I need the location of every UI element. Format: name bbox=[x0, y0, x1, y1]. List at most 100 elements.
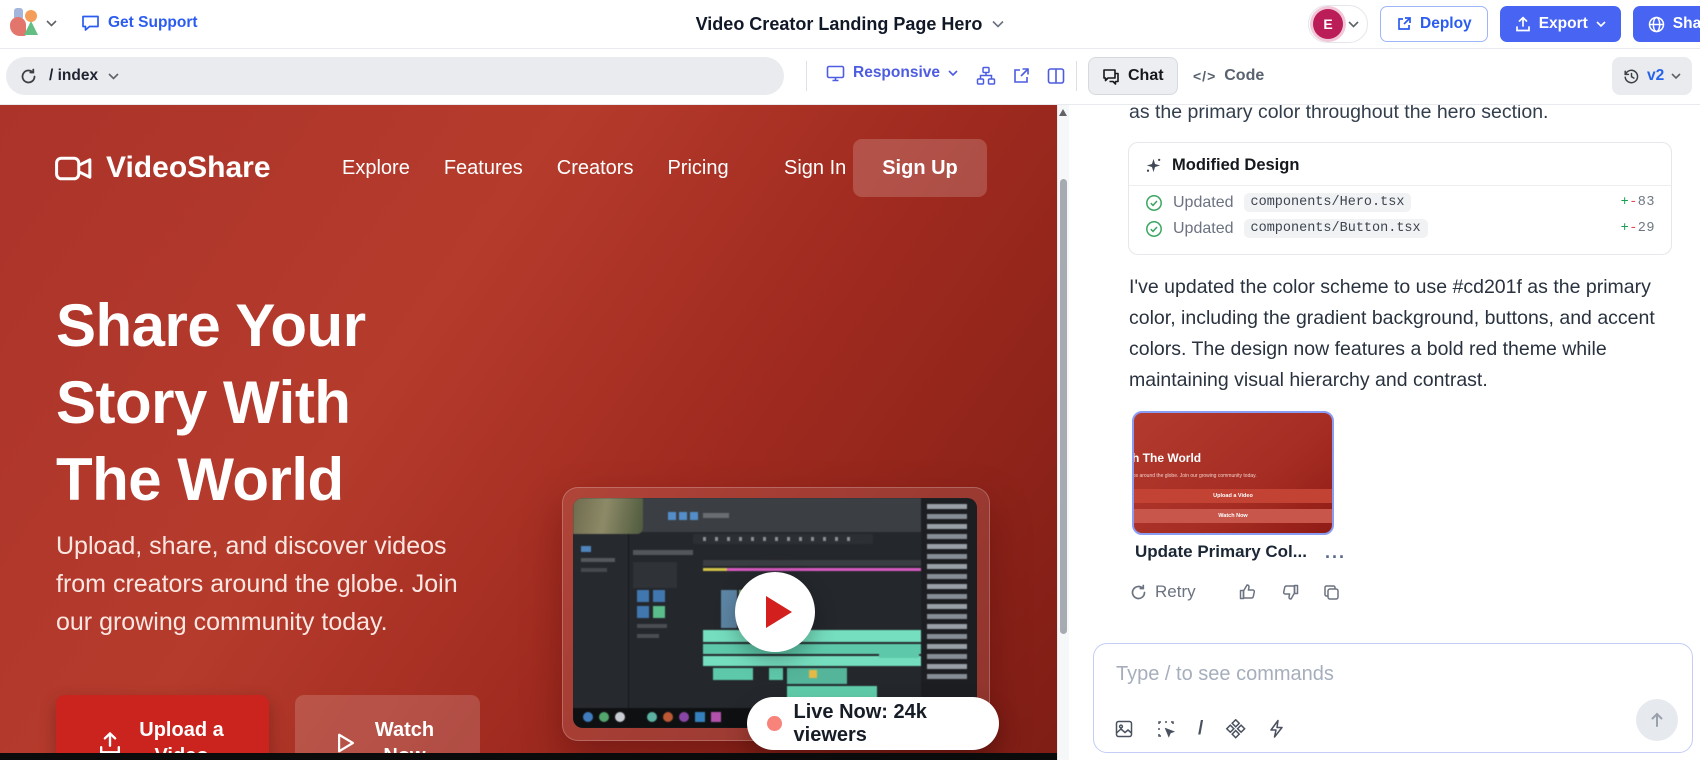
copy-button[interactable] bbox=[1322, 583, 1341, 602]
nav-link-pricing[interactable]: Pricing bbox=[667, 157, 728, 180]
monitor-icon bbox=[826, 65, 845, 82]
thumbs-up-button[interactable] bbox=[1238, 582, 1258, 602]
integrations-button[interactable] bbox=[1225, 719, 1246, 740]
title-chevron-icon[interactable] bbox=[992, 20, 1004, 28]
route-path: / index bbox=[49, 67, 98, 85]
slash-command-button[interactable]: / bbox=[1198, 718, 1203, 740]
open-in-new-icon-button[interactable] bbox=[1011, 66, 1031, 86]
chat-composer: / bbox=[1093, 643, 1693, 753]
send-button[interactable] bbox=[1636, 699, 1678, 741]
globe-icon bbox=[1648, 16, 1665, 33]
route-selector[interactable]: / index bbox=[49, 67, 119, 85]
thumbnail-mini-button-1: Upload a Video bbox=[1132, 489, 1334, 503]
preview-toolbar: / index Responsive bbox=[0, 48, 1700, 105]
watch-now-button[interactable]: Watch Now bbox=[295, 695, 480, 760]
nav-link-features[interactable]: Features bbox=[444, 157, 523, 180]
video-camera-icon bbox=[55, 155, 93, 182]
version-chevron-icon bbox=[1671, 73, 1681, 80]
change-action: Updated bbox=[1173, 194, 1234, 212]
account-chevron-icon bbox=[1348, 21, 1359, 28]
preview-scrollbar bbox=[1057, 104, 1069, 760]
share-label: Share bbox=[1673, 15, 1700, 33]
thumbnail-caption: eos around the globe. Join our growing c… bbox=[1132, 473, 1257, 479]
play-button[interactable] bbox=[735, 572, 815, 652]
project-title: Video Creator Landing Page Hero bbox=[696, 14, 983, 35]
tab-chat[interactable]: Chat bbox=[1088, 57, 1178, 95]
check-circle-icon bbox=[1145, 194, 1163, 212]
hero-description: Upload, share, and discover videos from … bbox=[56, 527, 496, 641]
thumbnail-mini-button-2: Watch Now bbox=[1132, 509, 1334, 523]
modified-design-title: Modified Design bbox=[1172, 156, 1299, 175]
split-view-icon-button[interactable] bbox=[1046, 66, 1066, 86]
change-file-chip: components/Hero.tsx bbox=[1244, 193, 1412, 212]
app-window: Get Support Video Creator Landing Page H… bbox=[0, 0, 1700, 760]
change-action: Updated bbox=[1173, 220, 1234, 238]
thumbnail-menu-button[interactable]: ... bbox=[1325, 547, 1346, 557]
tab-code[interactable]: </> Code bbox=[1180, 57, 1277, 95]
change-row[interactable]: Updated components/Hero.tsx +-83 bbox=[1129, 186, 1671, 212]
refresh-button[interactable] bbox=[20, 68, 37, 85]
viewport-selector[interactable]: Responsive bbox=[826, 64, 958, 82]
logo-shape-green bbox=[24, 21, 38, 35]
share-button[interactable]: Share bbox=[1633, 6, 1700, 42]
toolbar-divider bbox=[806, 61, 807, 91]
version-label: v2 bbox=[1647, 67, 1664, 85]
change-row[interactable]: Updated components/Button.tsx +-29 bbox=[1129, 212, 1671, 238]
retry-icon bbox=[1130, 584, 1147, 601]
nav-link-explore[interactable]: Explore bbox=[342, 157, 410, 180]
assistant-message: I've updated the color scheme to use #cd… bbox=[1129, 272, 1695, 396]
play-icon bbox=[766, 596, 792, 628]
select-element-button[interactable] bbox=[1156, 719, 1176, 739]
site-preview: VideoShare Explore Features Creators Pri… bbox=[0, 104, 1057, 760]
viewport-label: Responsive bbox=[853, 64, 940, 82]
export-icon bbox=[1515, 16, 1531, 33]
live-dot-icon bbox=[767, 716, 782, 731]
play-outline-icon bbox=[336, 732, 356, 754]
deploy-button[interactable]: Deploy bbox=[1380, 6, 1488, 42]
export-label: Export bbox=[1539, 15, 1588, 33]
get-support-label: Get Support bbox=[108, 14, 198, 32]
preview-brand[interactable]: VideoShare bbox=[55, 139, 271, 197]
brand-name: VideoShare bbox=[106, 151, 271, 185]
sign-up-button[interactable]: Sign Up bbox=[853, 139, 987, 197]
preview-nav: Explore Features Creators Pricing bbox=[342, 139, 729, 197]
change-file-chip: components/Button.tsx bbox=[1244, 219, 1428, 238]
url-bar: / index bbox=[6, 57, 784, 95]
components-icon-button[interactable] bbox=[976, 66, 996, 86]
quick-actions-button[interactable] bbox=[1268, 719, 1286, 739]
scrollbar-up-arrow[interactable] bbox=[1059, 109, 1067, 116]
account-menu[interactable]: E bbox=[1308, 5, 1368, 43]
app-logo[interactable] bbox=[10, 8, 40, 38]
version-selector[interactable]: v2 bbox=[1612, 57, 1692, 95]
chat-panel: as the primary color throughout the hero… bbox=[1068, 104, 1700, 760]
retry-button[interactable]: Retry bbox=[1130, 582, 1196, 602]
route-chevron-icon bbox=[108, 73, 119, 80]
chat-bubble-icon bbox=[81, 14, 100, 32]
viewport-chevron-icon bbox=[948, 70, 958, 77]
deploy-label: Deploy bbox=[1420, 15, 1472, 33]
hero-heading-line-1: Share Your bbox=[56, 287, 366, 364]
sign-in-link[interactable]: Sign In bbox=[784, 157, 846, 180]
top-bar: Get Support Video Creator Landing Page H… bbox=[0, 0, 1700, 49]
chat-input[interactable] bbox=[1114, 658, 1658, 690]
thumbs-down-button[interactable] bbox=[1280, 582, 1300, 602]
nav-link-creators[interactable]: Creators bbox=[557, 157, 634, 180]
get-support-button[interactable]: Get Support bbox=[81, 14, 198, 32]
version-thumbnail[interactable]: th The World eos around the globe. Join … bbox=[1132, 411, 1334, 535]
chat-tab-label: Chat bbox=[1128, 67, 1164, 85]
sparkle-icon bbox=[1145, 157, 1162, 174]
thumbnail-label: Update Primary Col... bbox=[1135, 542, 1307, 562]
hero-heading-line-3: The World bbox=[56, 441, 366, 518]
hero-heading: Share Your Story With The World bbox=[56, 287, 366, 518]
workspace-chevron-icon[interactable] bbox=[46, 20, 57, 27]
scrollbar-thumb[interactable] bbox=[1060, 179, 1067, 634]
upload-video-button[interactable]: Upload a Video bbox=[56, 695, 269, 760]
avatar: E bbox=[1313, 9, 1343, 39]
composer-toolbar: / bbox=[1114, 718, 1286, 740]
export-button[interactable]: Export bbox=[1500, 6, 1621, 42]
attach-image-button[interactable] bbox=[1114, 719, 1134, 739]
thumbnail-heading: th The World bbox=[1132, 451, 1201, 465]
modified-design-header: Modified Design bbox=[1129, 143, 1671, 186]
toolbar-divider-2 bbox=[1076, 61, 1077, 91]
next-section-strip bbox=[0, 753, 1057, 760]
